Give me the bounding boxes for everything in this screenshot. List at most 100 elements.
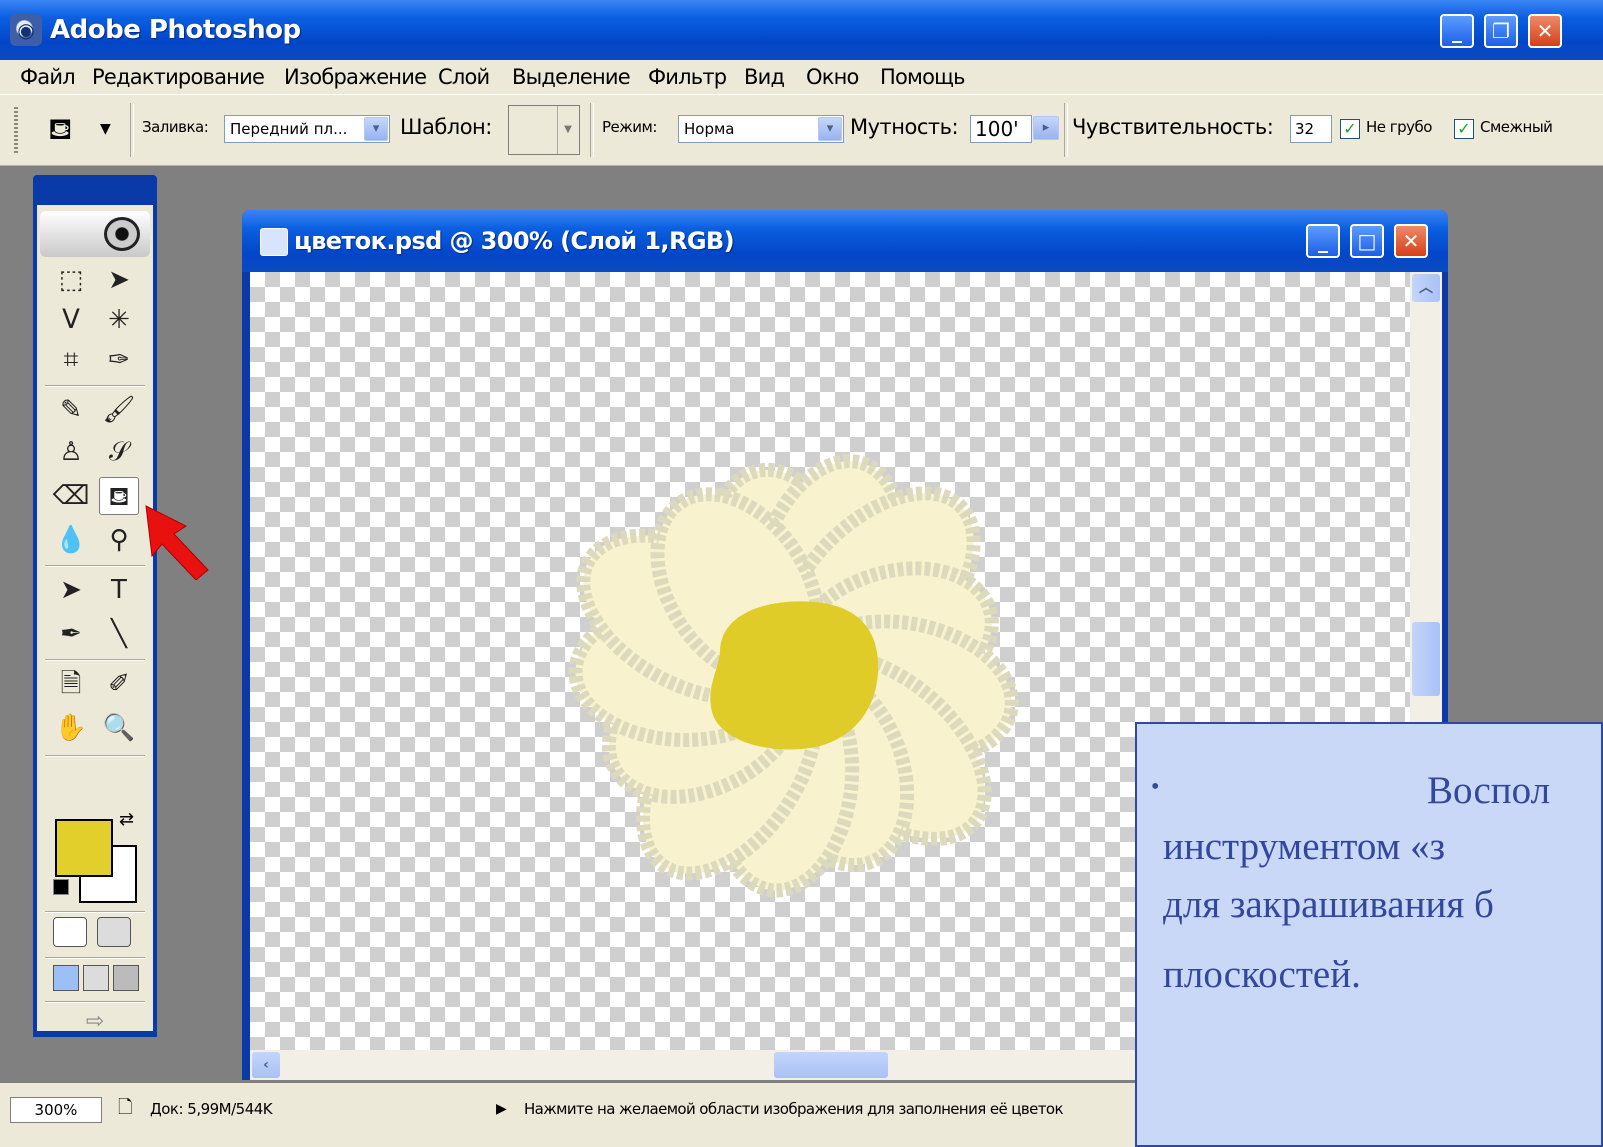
default-colors-icon[interactable] (53, 879, 69, 895)
opacity-slider-button[interactable]: ▸ (1032, 115, 1060, 143)
paint-bucket-tool-icon[interactable]: ⛾ (99, 477, 139, 515)
healing-brush-tool-icon[interactable]: ✎ (51, 391, 91, 429)
note-line-1: Воспол (1427, 769, 1551, 812)
mode-select-value: Норма (684, 120, 735, 138)
divider (45, 565, 145, 567)
menu-window[interactable]: Окно (806, 64, 859, 90)
note-bullet: • (1151, 774, 1160, 800)
brush-tool-icon[interactable]: 🖌 (99, 391, 139, 429)
mode-label: Режим: (602, 118, 657, 136)
divider (45, 385, 145, 387)
close-button[interactable]: ✕ (1528, 14, 1562, 48)
horizontal-scroll-thumb[interactable] (774, 1052, 888, 1078)
menu-edit[interactable]: Редактирование (92, 64, 265, 90)
menu-bar: Файл Редактирование Изображение Слой Выд… (0, 60, 1603, 95)
quick-mask-mode-button[interactable] (97, 917, 131, 947)
pattern-picker[interactable]: ▼ (508, 105, 580, 155)
menu-file[interactable]: Файл (20, 64, 76, 90)
standard-mode-button[interactable] (53, 917, 87, 947)
document-titlebar: цветок.psd @ 300% (Слой 1,RGB) _ □ ✕ (242, 210, 1448, 272)
opacity-label: Мутность: (850, 115, 959, 139)
menu-help[interactable]: Помощь (880, 64, 965, 90)
pen-tool-icon[interactable]: ✒ (51, 615, 91, 653)
divider (45, 957, 145, 959)
scroll-up-icon[interactable]: ︿ (1412, 274, 1440, 302)
crop-tool-icon[interactable]: ⌗ (51, 341, 91, 379)
fill-label: Заливка: (142, 118, 209, 136)
jump-to-imageready-icon[interactable]: ⇨ (65, 1003, 125, 1041)
path-selection-tool-icon[interactable]: ➤ (51, 571, 91, 609)
move-tool-icon[interactable]: ➤ (99, 261, 139, 299)
full-screen-mode-button[interactable] (113, 965, 139, 991)
swap-colors-icon[interactable]: ⇄ (119, 809, 134, 831)
tolerance-label: Чувствительность: (1072, 115, 1274, 139)
note-line-3: для закрашивания б (1163, 883, 1494, 926)
vertical-scroll-thumb[interactable] (1412, 622, 1440, 696)
slice-tool-icon[interactable]: ✑ (99, 341, 139, 379)
anti-alias-checkbox[interactable]: ✓ (1340, 119, 1360, 139)
status-menu-arrow-icon[interactable]: ▶ (496, 1097, 507, 1121)
menu-image[interactable]: Изображение (284, 64, 427, 90)
divider (45, 755, 145, 757)
menu-filter[interactable]: Фильтр (648, 64, 727, 90)
zoom-tool-icon[interactable]: 🔍 (99, 709, 139, 747)
fill-select-value: Передний пл... (230, 120, 348, 138)
app-titlebar: ◉ Adobe Photoshop _ ❐ ✕ (0, 0, 1603, 60)
app-title: Adobe Photoshop (50, 15, 301, 45)
opacity-input[interactable]: 100' (970, 115, 1032, 143)
menu-select[interactable]: Выделение (512, 64, 631, 90)
hand-tool-icon[interactable]: ✋ (51, 709, 91, 747)
dodge-tool-icon[interactable]: ⚲ (99, 521, 139, 559)
document-title: цветок.psd @ 300% (Слой 1,RGB) (294, 227, 735, 255)
contiguous-checkbox[interactable]: ✓ (1454, 119, 1474, 139)
daisy-center (710, 601, 879, 750)
options-bar: ⛾ ▼ Заливка: Передний пл... ▾ Шаблон: ▼ … (0, 95, 1603, 166)
tool-preset-picker[interactable]: ⛾ ▼ (40, 113, 120, 147)
eraser-tool-icon[interactable]: ⌫ (51, 477, 91, 515)
photoshop-eye-icon (104, 217, 140, 251)
standard-screen-mode-button[interactable] (53, 965, 79, 991)
history-brush-tool-icon[interactable]: 𝒮 (99, 433, 139, 471)
toolbar-grip[interactable] (14, 107, 18, 153)
zoom-level-field[interactable]: 300% (10, 1097, 102, 1123)
line-tool-icon[interactable]: ╲ (99, 615, 139, 653)
contiguous-label: Смежный (1480, 118, 1553, 136)
magic-wand-tool-icon[interactable]: ✳ (99, 301, 139, 339)
divider (45, 659, 145, 661)
minimize-button[interactable]: _ (1440, 14, 1474, 48)
lasso-tool-icon[interactable]: ᐯ (51, 301, 91, 339)
chevron-right-icon: ▸ (1033, 116, 1059, 140)
chevron-down-icon: ▾ (818, 117, 842, 141)
toolbox-body: ⬚ ➤ ᐯ ✳ ⌗ ✑ ✎ 🖌 ♙ 𝒮 ⌫ ⛾ 💧 ⚲ ➤ T ✒ ╲ 🗎 ✐ … (37, 205, 153, 1034)
toolbox-header[interactable] (40, 211, 150, 257)
doc-close-button[interactable]: ✕ (1394, 224, 1428, 258)
foreground-color-swatch[interactable] (55, 819, 113, 877)
pattern-swatch (509, 106, 558, 154)
doc-maximize-button[interactable]: □ (1350, 224, 1384, 258)
doc-minimize-button[interactable]: _ (1306, 224, 1340, 258)
document-size: Док: 5,99M/544K (150, 1100, 273, 1118)
notes-tool-icon[interactable]: 🗎 (51, 665, 91, 703)
type-tool-icon[interactable]: T (99, 571, 139, 609)
divider (130, 103, 134, 157)
chevron-down-icon: ▼ (100, 121, 111, 137)
tolerance-input[interactable]: 32 (1290, 115, 1332, 143)
photoshop-eye-icon[interactable]: ◉ (10, 14, 42, 46)
menu-view[interactable]: Вид (744, 64, 785, 90)
blur-tool-icon[interactable]: 💧 (51, 521, 91, 559)
mode-select[interactable]: Норма ▾ (678, 115, 844, 143)
menu-layer[interactable]: Слой (438, 64, 490, 90)
eyedropper-tool-icon[interactable]: ✐ (99, 665, 139, 703)
toolbox-panel: ⬚ ➤ ᐯ ✳ ⌗ ✑ ✎ 🖌 ♙ 𝒮 ⌫ ⛾ 💧 ⚲ ➤ T ✒ ╲ 🗎 ✐ … (33, 175, 157, 1037)
pattern-label: Шаблон: (400, 115, 492, 139)
clone-stamp-tool-icon[interactable]: ♙ (51, 433, 91, 471)
divider (45, 911, 145, 913)
marquee-tool-icon[interactable]: ⬚ (51, 261, 91, 299)
restore-button[interactable]: ❐ (1484, 14, 1518, 48)
paint-bucket-icon: ⛾ (48, 112, 73, 147)
full-screen-menu-mode-button[interactable] (83, 965, 109, 991)
chevron-down-icon: ▾ (364, 117, 388, 141)
annotation-arrow (145, 505, 209, 580)
fill-select[interactable]: Передний пл... ▾ (224, 115, 390, 143)
scroll-left-icon[interactable]: ‹ (252, 1052, 280, 1078)
